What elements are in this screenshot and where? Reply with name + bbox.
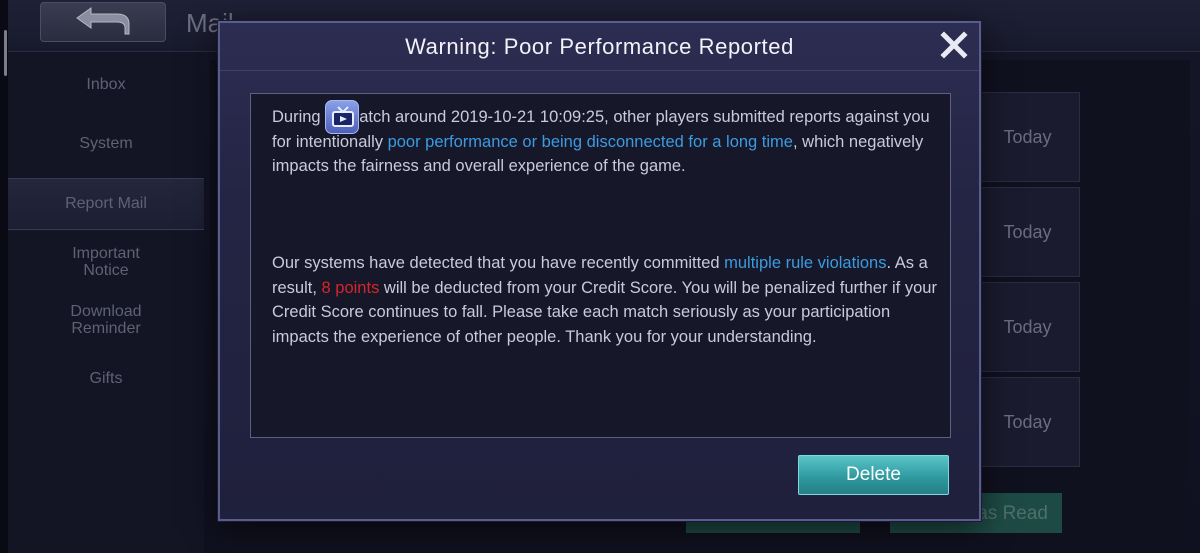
back-arrow-icon [73,4,133,41]
warning-dialog: Warning: Poor Performance Reported Durin… [218,21,981,521]
mail-date: Today [1003,221,1052,242]
edge-handle[interactable] [4,30,7,76]
close-button[interactable] [936,29,972,65]
sidebar-item-system[interactable]: System [8,135,204,152]
mark-read-label: as Read [977,503,1048,524]
sidebar-item-report-mail[interactable]: Report Mail [8,178,204,230]
mail-date: Today [1003,316,1052,337]
sidebar-item-label: Important Notice [72,245,140,279]
back-button[interactable] [40,2,166,42]
mail-list-item[interactable]: Today [975,282,1080,372]
tv-replay-icon[interactable] [325,99,360,134]
mail-list-item[interactable]: Today [975,92,1080,182]
sidebar-item-important-notice[interactable]: Important Notice [8,245,204,279]
mail-list-item[interactable]: Today [975,377,1080,467]
sidebar-item-inbox[interactable]: Inbox [8,76,204,93]
close-x-icon [940,30,968,64]
dialog-header: Warning: Poor Performance Reported [220,23,979,71]
delete-button[interactable]: Delete [798,455,949,495]
text-segment: Our systems have detected that you have … [272,254,725,272]
message-paragraph-1: During atch around 2019-10-21 10:09:25, … [272,99,937,179]
text-segment: During [272,108,326,126]
sidebar: Inbox System Report Mail Important Notic… [8,52,204,553]
left-edge-bar [0,0,8,553]
sidebar-item-label: Report Mail [65,195,147,212]
highlighted-violations: multiple rule violations [724,254,887,272]
mail-date: Today [1003,126,1052,147]
mail-date: Today [1003,411,1052,432]
message-body: During atch around 2019-10-21 10:09:25, … [250,93,951,438]
sidebar-item-label: Download Reminder [70,303,142,337]
sidebar-item-label: Gifts [89,370,123,387]
sidebar-item-download-reminder[interactable]: Download Reminder [8,303,204,337]
sidebar-item-label: System [79,135,133,152]
sidebar-item-label: Inbox [86,76,126,93]
message-paragraph-2: Our systems have detected that you have … [272,251,937,349]
mail-list-item[interactable]: Today [975,187,1080,277]
dialog-title: Warning: Poor Performance Reported [405,34,794,59]
points-deducted: 8 points [321,278,380,297]
highlighted-offense: poor performance or being disconnected f… [387,132,793,151]
sidebar-item-gifts[interactable]: Gifts [8,370,204,387]
